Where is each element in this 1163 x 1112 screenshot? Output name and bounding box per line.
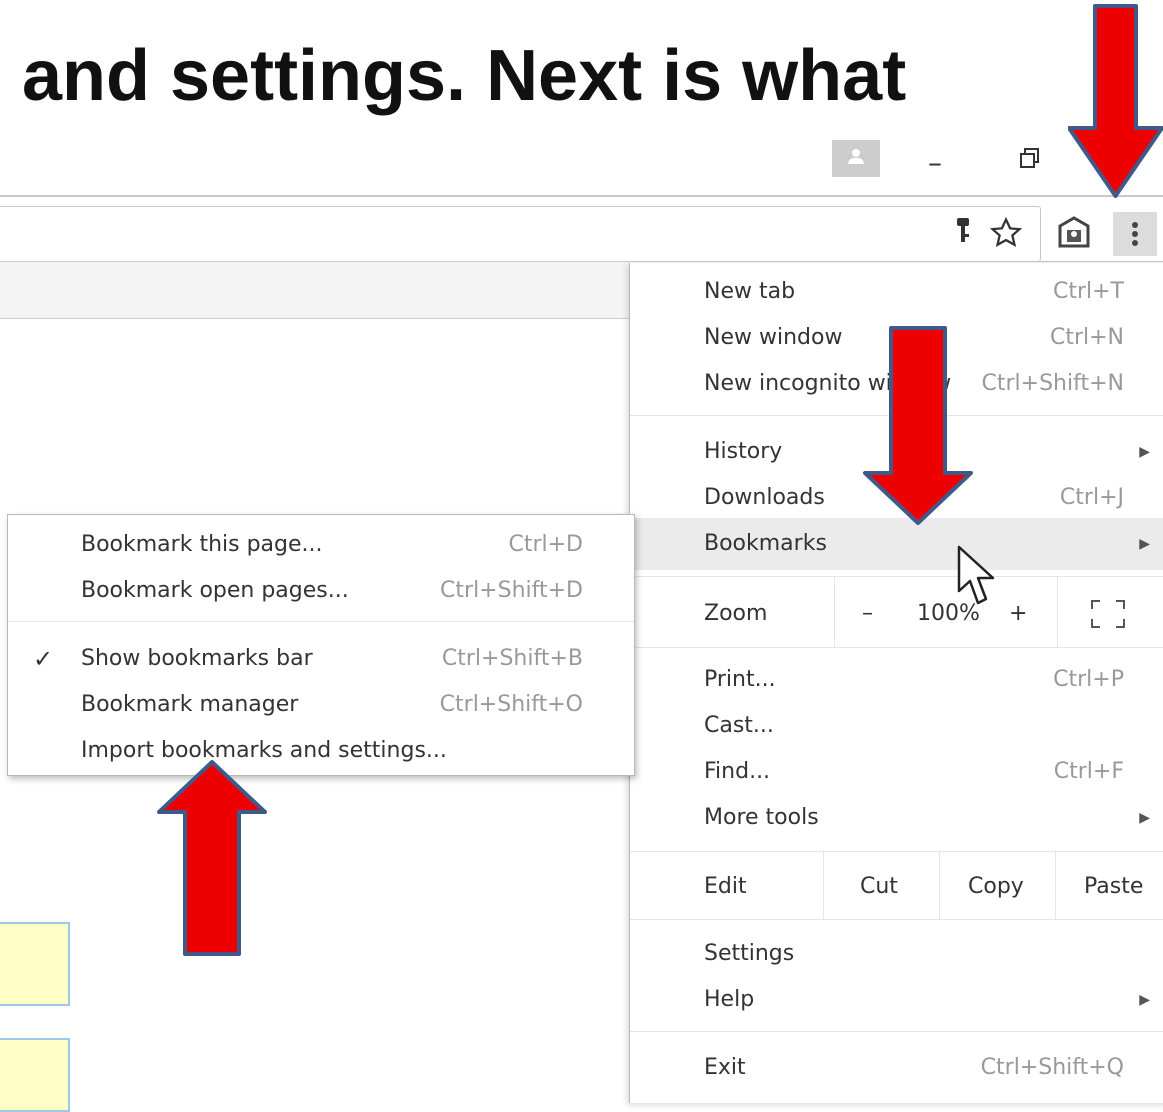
- menu-item-label: New window: [704, 325, 843, 350]
- submenu-item-shortcut: Ctrl+Shift+D: [440, 578, 583, 603]
- submenu-item-show-bookmarks-bar[interactable]: Show bookmarks bar Ctrl+Shift+B: [81, 639, 611, 679]
- chrome-menu-button[interactable]: [1113, 212, 1157, 256]
- submenu-item-shortcut: Ctrl+Shift+B: [441, 646, 583, 671]
- menu-separator: [630, 1031, 1163, 1032]
- submenu-item-label: Bookmark manager: [81, 692, 299, 717]
- extension-icon[interactable]: [1052, 212, 1096, 256]
- submenu-arrow-icon: ▶: [1139, 992, 1150, 1008]
- minimize-button[interactable]: –: [915, 146, 955, 179]
- menu-item-label: Bookmarks: [704, 531, 827, 556]
- submenu-arrow-icon: ▶: [1139, 444, 1150, 460]
- menu-item-more-tools[interactable]: More tools ▶: [704, 798, 1154, 838]
- menu-separator: [630, 647, 1163, 648]
- menu-divider: [939, 851, 940, 919]
- menu-item-shortcut: Ctrl+T: [1052, 279, 1124, 304]
- menu-item-shortcut: Ctrl+J: [1059, 485, 1124, 510]
- menu-divider: [834, 576, 835, 647]
- red-arrow-down-icon: [1068, 4, 1163, 198]
- menu-item-shortcut: Ctrl+Shift+N: [981, 371, 1124, 396]
- menu-item-shortcut: Ctrl+F: [1053, 759, 1124, 784]
- red-arrow-down-icon: [863, 326, 973, 525]
- restore-icon: [1020, 148, 1039, 168]
- menu-item-shortcut: Ctrl+P: [1053, 667, 1124, 692]
- menu-item-exit[interactable]: Exit Ctrl+Shift+Q: [704, 1048, 1154, 1088]
- menu-item-help[interactable]: Help ▶: [704, 980, 1154, 1020]
- restore-button[interactable]: [1010, 146, 1050, 176]
- menu-item-label: Find...: [704, 759, 771, 784]
- star-icon[interactable]: [986, 216, 1026, 256]
- submenu-item-bookmark-open-pages[interactable]: Bookmark open pages... Ctrl+Shift+D: [81, 571, 611, 611]
- menu-item-new-tab[interactable]: New tab Ctrl+T: [704, 272, 1154, 312]
- submenu-item-bookmark-this-page[interactable]: Bookmark this page... Ctrl+D: [81, 525, 611, 565]
- cut-button[interactable]: Cut: [860, 867, 898, 907]
- menu-item-label: More tools: [704, 805, 819, 830]
- edit-label: Edit: [704, 874, 747, 899]
- menu-item-label: Print...: [704, 667, 776, 692]
- slide-caption: and settings. Next is what: [22, 36, 907, 116]
- key-icon[interactable]: [946, 216, 980, 252]
- menu-separator: [630, 919, 1163, 920]
- menu-item-label: Settings: [704, 941, 795, 966]
- paste-button[interactable]: Paste: [1084, 867, 1143, 907]
- menu-item-print[interactable]: Print... Ctrl+P: [704, 660, 1154, 700]
- red-arrow-up-icon: [157, 760, 267, 956]
- submenu-arrow-icon: ▶: [1139, 810, 1150, 826]
- menu-divider: [1055, 851, 1056, 919]
- menu-item-shortcut: Ctrl+Shift+Q: [980, 1055, 1124, 1080]
- menu-separator: [630, 851, 1163, 852]
- submenu-arrow-icon: ▶: [1139, 536, 1150, 552]
- menu-dot: [1132, 231, 1138, 237]
- menu-dot: [1132, 222, 1138, 228]
- menu-item-label: History: [704, 439, 783, 464]
- submenu-item-shortcut: Ctrl+D: [508, 532, 583, 557]
- address-bar[interactable]: [0, 206, 1041, 262]
- menu-item-label: Downloads: [704, 485, 825, 510]
- menu-item-settings[interactable]: Settings: [704, 934, 1154, 974]
- menu-item-label: Exit: [704, 1055, 746, 1080]
- submenu-item-shortcut: Ctrl+Shift+O: [439, 692, 583, 717]
- menu-separator: [8, 621, 634, 622]
- page-note-box: [0, 1038, 70, 1112]
- menu-dot: [1132, 240, 1138, 246]
- submenu-item-label: Bookmark open pages...: [81, 578, 349, 603]
- menu-item-bookmarks[interactable]: Bookmarks ▶: [704, 524, 1154, 564]
- menu-item-label: New tab: [704, 279, 796, 304]
- menu-divider: [1057, 576, 1058, 647]
- menu-item-label: Cast...: [704, 713, 774, 738]
- profile-icon[interactable]: [832, 140, 880, 177]
- zoom-label: Zoom: [704, 601, 768, 626]
- menu-separator: [630, 576, 1163, 577]
- menu-divider: [823, 851, 824, 919]
- submenu-item-label: Show bookmarks bar: [81, 646, 313, 671]
- menu-item-find[interactable]: Find... Ctrl+F: [704, 752, 1154, 792]
- page-note-box: [0, 922, 70, 1006]
- menu-item-cast[interactable]: Cast...: [704, 706, 1154, 746]
- fullscreen-icon[interactable]: [1088, 597, 1128, 631]
- menu-item-label: Help: [704, 987, 755, 1012]
- submenu-item-bookmark-manager[interactable]: Bookmark manager Ctrl+Shift+O: [81, 685, 611, 725]
- copy-button[interactable]: Copy: [968, 867, 1024, 907]
- chrome-top-border: [0, 195, 1163, 197]
- menu-item-shortcut: Ctrl+N: [1049, 325, 1124, 350]
- zoom-out-button[interactable]: –: [862, 594, 886, 634]
- submenu-item-label: Bookmark this page...: [81, 532, 323, 557]
- mouse-cursor-icon: [957, 545, 995, 605]
- zoom-in-button[interactable]: +: [1009, 594, 1033, 634]
- checkmark-icon: ✓: [33, 645, 54, 673]
- bookmarks-submenu: Bookmark this page... Ctrl+D Bookmark op…: [7, 514, 635, 776]
